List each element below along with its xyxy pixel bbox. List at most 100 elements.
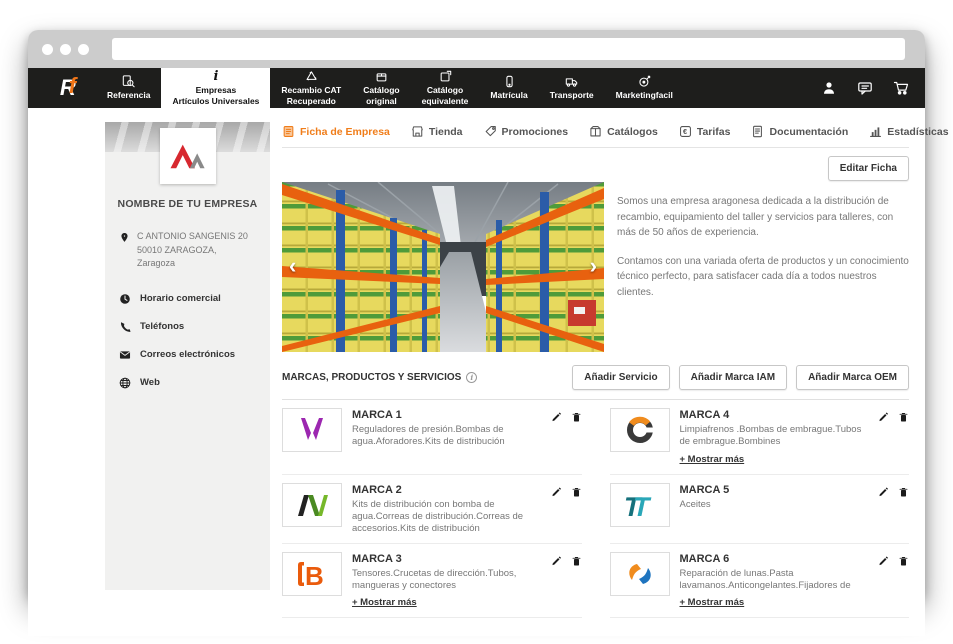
nav-label: Transporte <box>550 90 594 100</box>
tab-ficha-de-empresa[interactable]: Ficha de Empresa <box>282 125 390 138</box>
cart-icon <box>893 80 909 96</box>
nav-item-marketingfacil[interactable]: Marketingfacil <box>605 68 684 108</box>
app-logo[interactable]: Rf <box>38 68 96 108</box>
show-more-link[interactable]: + Mostrar más <box>680 597 745 608</box>
info-letter-icon: i <box>213 70 218 83</box>
sidebar-banner <box>105 122 270 152</box>
delete-trash-icon[interactable] <box>571 411 582 423</box>
brands-grid: MARCA 1 Reguladores de presión.Bombas de… <box>282 400 909 618</box>
nav-label: Catálogo <box>427 85 463 95</box>
tab-estadisticas[interactable]: Estadísticas <box>869 125 948 138</box>
carousel-prev-button[interactable]: ‹ <box>289 255 296 277</box>
envelope-icon <box>119 349 131 361</box>
brand-1-logo <box>292 414 332 446</box>
tab-documentacion[interactable]: Documentación <box>751 125 848 138</box>
recycle-icon <box>304 70 319 83</box>
sidebar-item-label: Horario comercial <box>140 293 221 304</box>
edit-profile-button[interactable]: Editar Ficha <box>828 156 909 181</box>
brand-description: Reguladores de presión.Bombas de agua.Af… <box>352 424 541 449</box>
tab-tarifas[interactable]: € Tarifas <box>679 125 731 138</box>
tab-catalogos[interactable]: Catálogos <box>589 125 658 138</box>
document-icon <box>751 125 764 138</box>
brand-logo-box: B <box>282 552 342 596</box>
address-bar[interactable] <box>112 38 905 60</box>
brand-2-logo <box>292 489 332 521</box>
nav-label: Catálogo <box>363 85 399 95</box>
price-tag-icon <box>484 125 497 138</box>
tab-label: Estadísticas <box>887 126 948 138</box>
sidebar-item-telefonos[interactable]: Teléfonos <box>105 313 270 341</box>
brand-row: MARCA 1 Reguladores de presión.Bombas de… <box>282 400 582 475</box>
sidebar-item-correos-electronicos[interactable]: Correos electrónicos <box>105 341 270 369</box>
edit-pencil-icon[interactable] <box>878 411 889 423</box>
edit-pencil-icon[interactable] <box>878 555 889 567</box>
add-brand-oem-button[interactable]: Añadir Marca OEM <box>796 365 909 390</box>
show-more-link[interactable]: + Mostrar más <box>352 597 417 608</box>
nav-label: Empresas <box>196 85 237 95</box>
nav-item-empresas-articulos-universales[interactable]: i EmpresasArtículos Universales <box>161 68 270 108</box>
brand-name: MARCA 1 <box>352 409 541 421</box>
nav-item-catalogo-original[interactable]: Catálogooriginal <box>352 68 410 108</box>
nav-label-2: Recuperado <box>287 96 336 106</box>
brand-row: B MARCA 3 Tensores.Crucetas de dirección… <box>282 544 582 619</box>
edit-pencil-icon[interactable] <box>551 411 562 423</box>
brand-name: MARCA 3 <box>352 553 541 565</box>
nav-label: Marketingfacil <box>616 90 673 100</box>
nav-label: Referencia <box>107 90 150 100</box>
photo-carousel: ‹ › <box>282 182 604 352</box>
clock-icon <box>119 293 131 305</box>
brand-row: MARCA 4 Limpiafrenos .Bombas de embrague… <box>610 400 910 475</box>
sidebar-item-horario-comercial[interactable]: Horario comercial <box>105 285 270 313</box>
page-content: NOMBRE DE TU EMPRESA C ANTONIO SANGENIS … <box>28 108 925 636</box>
address-line-2: 50010 ZARAGOZA, Zaragoza <box>137 244 256 271</box>
nav-item-referencia[interactable]: Referencia <box>96 68 161 108</box>
delete-trash-icon[interactable] <box>571 555 582 567</box>
edit-pencil-icon[interactable] <box>878 486 889 498</box>
brand-name: MARCA 4 <box>680 409 869 421</box>
phone-icon <box>119 321 131 333</box>
company-description-paragraph-2: Contamos con una variada oferta de produ… <box>617 254 909 301</box>
brands-heading: MARCAS, PRODUCTOS Y SERVICIOS <box>282 372 461 383</box>
tab-tienda[interactable]: Tienda <box>411 125 463 138</box>
brand-5-logo: T T <box>620 489 660 521</box>
brand-logo-box <box>610 552 670 596</box>
box-corner-icon <box>438 70 453 83</box>
info-icon[interactable]: i <box>466 372 477 383</box>
add-brand-iam-button[interactable]: Añadir Marca IAM <box>679 365 787 390</box>
brand-description: Aceites <box>680 499 869 511</box>
carousel-next-button[interactable]: › <box>590 255 597 277</box>
svg-text:B: B <box>305 561 324 590</box>
cart-button[interactable] <box>893 80 909 96</box>
add-service-button[interactable]: Añadir Servicio <box>572 365 669 390</box>
company-logo-mark <box>167 138 209 174</box>
delete-trash-icon[interactable] <box>898 555 909 567</box>
company-logo <box>160 128 216 184</box>
company-description-panel: Editar Ficha Somos una empresa aragonesa… <box>604 156 909 300</box>
brand-3-logo: B <box>292 558 332 590</box>
nav-item-matricula[interactable]: Matrícula <box>479 68 538 108</box>
profile-tabs: Ficha de Empresa Tienda Promociones Catá… <box>282 122 909 148</box>
brand-row: T T MARCA 5 Aceites <box>610 475 910 544</box>
window-dot <box>42 44 53 55</box>
svg-text:€: € <box>683 127 687 136</box>
edit-pencil-icon[interactable] <box>551 555 562 567</box>
messages-button[interactable] <box>857 80 873 96</box>
nav-item-recambio-cat-recuperado[interactable]: Recambio CATRecuperado <box>270 68 352 108</box>
brand-row: MARCA 2 Kits de distribución con bomba d… <box>282 475 582 544</box>
user-account-button[interactable] <box>821 80 837 96</box>
edit-pencil-icon[interactable] <box>551 486 562 498</box>
show-more-link[interactable]: + Mostrar más <box>680 454 745 465</box>
user-icon <box>821 80 837 96</box>
nav-item-transporte[interactable]: Transporte <box>539 68 605 108</box>
window-dot <box>78 44 89 55</box>
tab-promociones[interactable]: Promociones <box>484 125 569 138</box>
brand-logo-box <box>282 483 342 527</box>
main-nav: Referencia i EmpresasArtículos Universal… <box>96 68 684 108</box>
sidebar-item-web[interactable]: Web <box>105 369 270 397</box>
company-sheet-icon <box>282 125 295 138</box>
nav-utility-icons <box>801 68 925 108</box>
delete-trash-icon[interactable] <box>898 486 909 498</box>
nav-item-catalogo-equivalente[interactable]: Catálogoequivalente <box>411 68 480 108</box>
delete-trash-icon[interactable] <box>571 486 582 498</box>
delete-trash-icon[interactable] <box>898 411 909 423</box>
